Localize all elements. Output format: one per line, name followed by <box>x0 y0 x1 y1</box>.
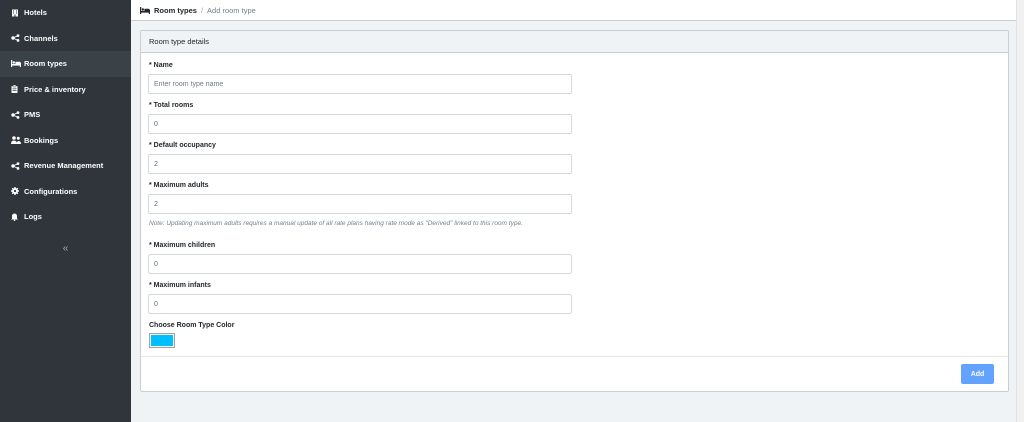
maximum-children-input[interactable] <box>148 254 572 274</box>
sidebar-item-configurations[interactable]: Configurations <box>0 179 131 205</box>
sidebar-item-label: PMS <box>24 110 41 120</box>
breadcrumb-separator: / <box>200 5 204 15</box>
room-type-details-card: Room type details * Name * Total rooms *… <box>140 30 1009 392</box>
sidebar-collapse-button[interactable]: « <box>0 243 131 254</box>
sidebar-item-label: Bookings <box>24 135 59 145</box>
breadcrumb-current: Add room type <box>207 5 256 15</box>
hotel-icon <box>11 9 23 17</box>
name-input[interactable] <box>148 74 572 94</box>
sidebar-item-label: Hotels <box>24 8 47 18</box>
sidebar-item-label: Revenue Management <box>24 161 104 171</box>
add-button[interactable]: Add <box>961 364 994 384</box>
color-swatch <box>151 335 173 346</box>
maximum-adults-note: Note: Updating maximum adults requires a… <box>149 220 523 227</box>
sidebar: Hotels Channels Room types Price & inven… <box>0 0 131 422</box>
sidebar-item-channels[interactable]: Channels <box>0 26 131 52</box>
sidebar-item-logs[interactable]: Logs <box>0 204 131 230</box>
clipboard-icon <box>11 85 23 94</box>
name-label: * Name <box>149 62 173 69</box>
maximum-infants-label: * Maximum infants <box>149 282 211 289</box>
sidebar-item-bookings[interactable]: Bookings <box>0 128 131 154</box>
sidebar-item-label: Price & inventory <box>24 84 86 94</box>
maximum-adults-label: * Maximum adults <box>149 182 209 189</box>
breadcrumb-room-types-link[interactable]: Room types <box>154 6 197 15</box>
sidebar-item-room-types[interactable]: Room types <box>0 51 131 77</box>
maximum-infants-input[interactable] <box>148 294 572 314</box>
sidebar-item-label: Room types <box>24 59 67 69</box>
default-occupancy-label: * Default occupancy <box>149 142 216 149</box>
sidebar-item-revenue-management[interactable]: Revenue Management <box>0 153 131 179</box>
sidebar-item-label: Logs <box>24 212 42 222</box>
gear-icon <box>11 187 23 196</box>
default-occupancy-input[interactable] <box>148 154 572 174</box>
sidebar-item-price-inventory[interactable]: Price & inventory <box>0 77 131 103</box>
maximum-children-label: * Maximum children <box>149 242 216 249</box>
sidebar-item-label: Channels <box>24 33 58 43</box>
bell-icon <box>11 213 23 221</box>
maximum-adults-input[interactable] <box>148 194 572 214</box>
card-title: Room type details <box>141 31 1008 53</box>
bed-icon <box>11 60 23 68</box>
total-rooms-input[interactable] <box>148 114 572 134</box>
share-nodes-icon <box>11 110 23 119</box>
page-scrollbar[interactable] <box>1016 0 1024 422</box>
sidebar-item-label: Configurations <box>24 186 78 196</box>
card-footer-divider <box>141 356 1008 357</box>
share-nodes-icon <box>11 161 23 170</box>
total-rooms-label: * Total rooms <box>149 102 194 109</box>
sidebar-item-hotels[interactable]: Hotels <box>0 0 131 26</box>
breadcrumb: Room types / Add room type <box>131 0 1016 21</box>
users-icon <box>11 136 23 145</box>
bed-icon <box>140 6 150 14</box>
room-type-color-label: Choose Room Type Color <box>149 322 235 329</box>
share-nodes-icon <box>11 34 23 43</box>
room-type-color-picker[interactable] <box>149 333 175 348</box>
sidebar-item-pms[interactable]: PMS <box>0 102 131 128</box>
